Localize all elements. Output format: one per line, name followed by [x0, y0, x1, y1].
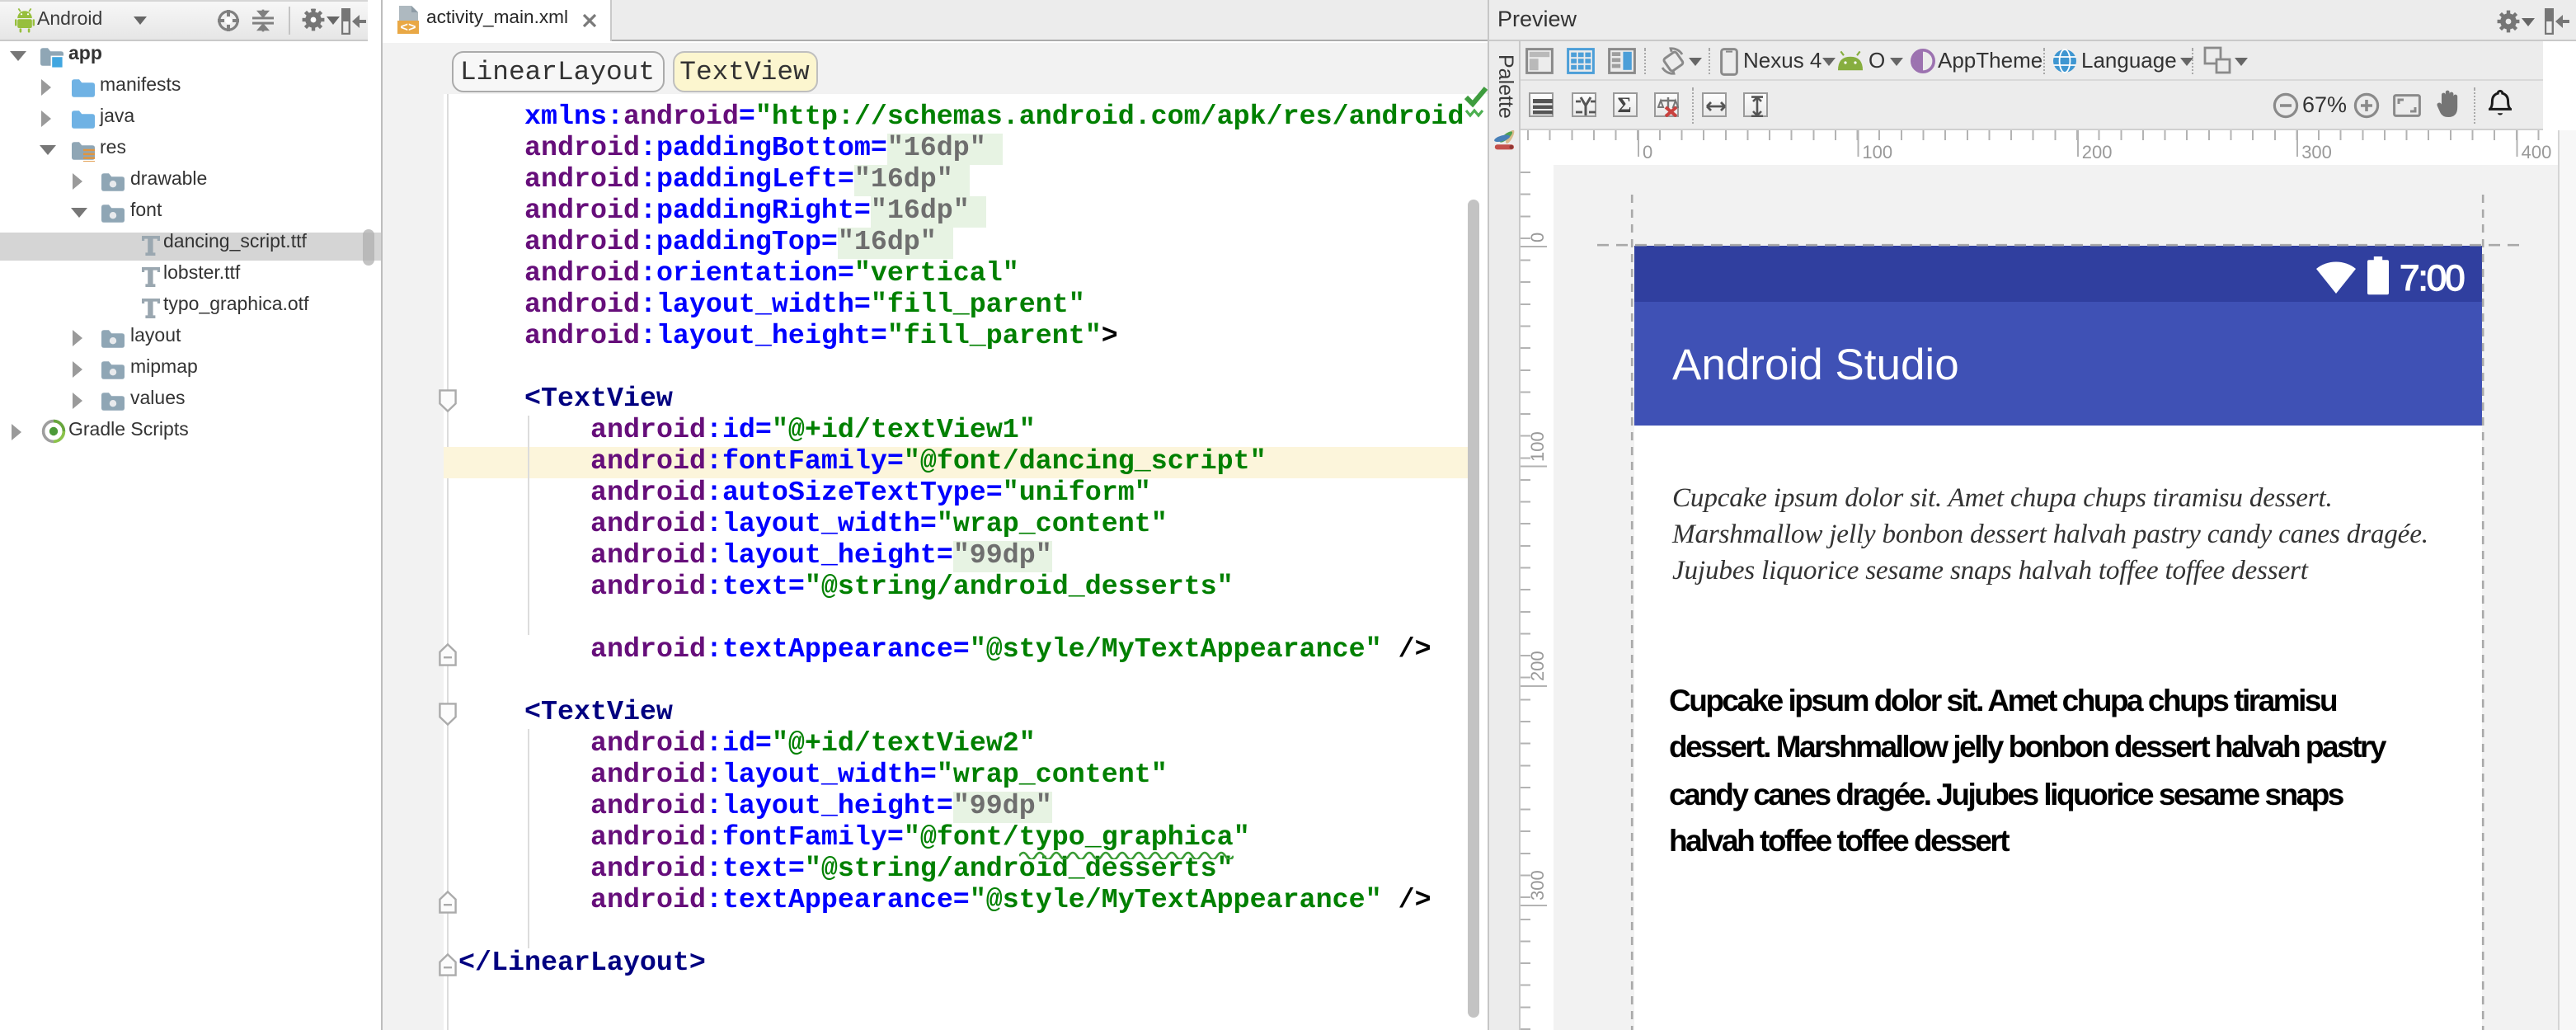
- svg-text:<>: <>: [400, 21, 416, 35]
